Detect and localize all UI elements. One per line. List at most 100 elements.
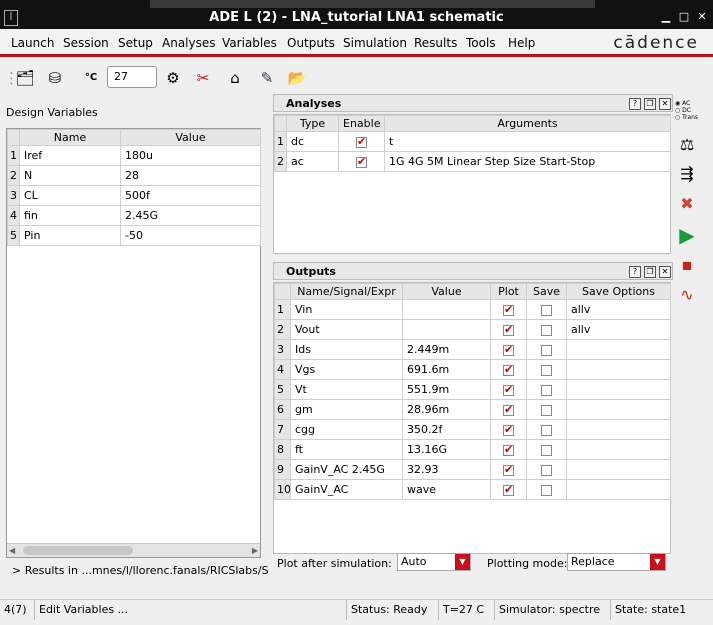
plot-cell[interactable] [490,479,527,500]
plot-outputs-icon[interactable]: ∿ [675,283,699,307]
delete-icon[interactable]: ✖ [675,192,699,216]
variable-value-cell[interactable]: 500f [120,185,261,206]
table-row[interactable]: 7 cgg 350.2f [274,419,671,440]
enable-cell[interactable] [338,151,385,172]
output-value-cell[interactable]: 2.449m [402,339,491,360]
table-row[interactable]: 8 ft 13.16G [274,439,671,460]
save-options-cell[interactable] [566,479,671,500]
plot-checkbox[interactable] [503,363,514,376]
save-checkbox[interactable] [541,464,552,476]
float-icon[interactable]: ❐ [644,98,656,110]
netlist-icon[interactable]: ✂ [192,67,214,89]
plot-checkbox[interactable] [503,343,514,356]
plot-checkbox[interactable] [503,403,514,416]
plot-after-dropdown[interactable]: Auto ▼ [397,553,471,571]
save-options-cell[interactable] [566,419,671,440]
plot-checkbox[interactable] [503,303,514,316]
save-cell[interactable] [526,459,567,480]
stop-icon[interactable]: ⏹ [675,253,699,277]
table-row[interactable]: 4 fin 2.45G [7,205,261,226]
save-options-cell[interactable] [566,379,671,400]
enable-cell[interactable] [338,131,385,152]
column-header-plot[interactable]: Plot [490,283,527,300]
output-name-cell[interactable]: Vout [290,319,403,340]
save-checkbox[interactable] [541,444,552,456]
mode-ac-option[interactable]: ◉ AC [675,100,701,107]
variable-name-cell[interactable]: Pin [19,225,121,246]
variable-value-cell[interactable]: 2.45G [120,205,261,226]
maximize-icon[interactable]: □ [677,10,691,24]
save-checkbox[interactable] [541,344,552,356]
column-header-save[interactable]: Save [526,283,567,300]
variable-name-cell[interactable]: CL [19,185,121,206]
save-cell[interactable] [526,319,567,340]
plot-checkbox[interactable] [503,423,514,436]
output-value-cell[interactable] [402,319,491,340]
save-checkbox[interactable] [541,424,552,436]
save-cell[interactable] [526,299,567,320]
save-cell[interactable] [526,359,567,380]
tune-icon[interactable]: ⚖ [675,133,699,157]
save-options-cell[interactable] [566,359,671,380]
output-name-cell[interactable]: gm [290,399,403,420]
variable-name-cell[interactable]: N [19,165,121,186]
arguments-cell[interactable]: 1G 4G 5M Linear Step Size Start-Stop [384,151,671,172]
plot-cell[interactable] [490,339,527,360]
table-row[interactable]: 4 Vgs 691.6m [274,359,671,380]
horizontal-scrollbar[interactable]: ◀ ▶ [7,543,260,557]
table-row[interactable]: 1Vin allv [274,299,671,320]
output-name-cell[interactable]: Vt [290,379,403,400]
menu-help[interactable]: Help [508,36,535,50]
analysis-type-cell[interactable]: ac [286,151,339,172]
table-row[interactable]: 2 ac 1G 4G 5M Linear Step Size Start-Sto… [274,151,671,172]
enable-checkbox[interactable] [356,135,367,148]
column-header-value[interactable]: Value [120,129,261,146]
analysis-mode-icon[interactable]: ◉ AC ○ DC ○ Trans [675,100,701,134]
save-cell[interactable] [526,479,567,500]
save-checkbox[interactable] [541,404,552,416]
scrollbar-thumb[interactable] [23,546,133,555]
close-icon[interactable]: ✕ [695,10,709,24]
output-name-cell[interactable]: Vin [290,299,403,320]
plot-cell[interactable] [490,319,527,340]
close-icon[interactable]: ✕ [659,266,671,278]
plot-cell[interactable] [490,299,527,320]
output-value-cell[interactable]: 32.93 [402,459,491,480]
chevron-down-icon[interactable]: ▼ [650,554,665,570]
table-row[interactable]: 9 GainV_AC 2.45G 32.93 [274,459,671,480]
output-value-cell[interactable] [402,299,491,320]
scroll-left-icon[interactable]: ◀ [9,546,15,555]
output-name-cell[interactable]: ft [290,439,403,460]
table-row[interactable]: 5 Vt 551.9m [274,379,671,400]
column-header-name[interactable]: Name [19,129,121,146]
scroll-right-icon[interactable]: ▶ [252,546,258,555]
menu-analyses[interactable]: Analyses [162,36,216,50]
plot-checkbox[interactable] [503,463,514,476]
plot-cell[interactable] [490,419,527,440]
save-state-icon[interactable]: ⌂ [224,67,246,89]
analysis-type-cell[interactable]: dc [286,131,339,152]
minimize-icon[interactable]: ▁ [659,10,673,24]
plot-checkbox[interactable] [503,383,514,396]
plotting-mode-dropdown[interactable]: Replace ▼ [567,553,666,571]
output-value-cell[interactable]: 691.6m [402,359,491,380]
temperature-input[interactable]: 27 [107,66,157,88]
help-icon[interactable]: ? [629,266,641,278]
column-header-name[interactable]: Name/Signal/Expr [290,283,403,300]
plot-cell[interactable] [490,459,527,480]
table-row[interactable]: 2 N 28 [7,165,261,186]
column-header-enable[interactable]: Enable [338,115,385,132]
setup-simulator-icon[interactable]: ⚙ [162,67,184,89]
output-name-cell[interactable]: cgg [290,419,403,440]
variable-name-cell[interactable]: fin [19,205,121,226]
table-row[interactable]: 3 Ids 2.449m [274,339,671,360]
column-header-value[interactable]: Value [402,283,491,300]
output-value-cell[interactable]: 13.16G [402,439,491,460]
plot-cell[interactable] [490,379,527,400]
run-icon[interactable]: ▶ [675,223,699,247]
table-row[interactable]: 2Vout allv [274,319,671,340]
menu-outputs[interactable]: Outputs [287,36,335,50]
plot-checkbox[interactable] [503,483,514,496]
output-name-cell[interactable]: Vgs [290,359,403,380]
menu-results[interactable]: Results [414,36,457,50]
